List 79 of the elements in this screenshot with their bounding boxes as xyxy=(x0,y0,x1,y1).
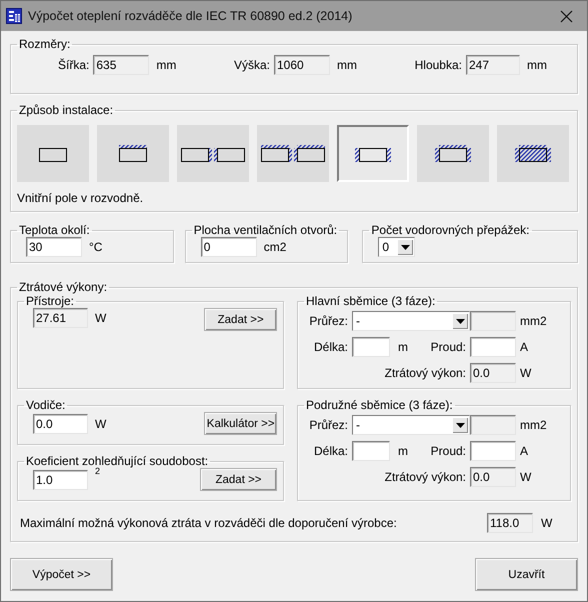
caret-icon xyxy=(456,318,464,324)
field-label: Průřez: xyxy=(308,314,348,328)
unit-label: mm xyxy=(526,58,547,72)
input-field[interactable]: 0.0 xyxy=(470,467,516,487)
input-field[interactable]: 0.0 xyxy=(33,414,88,434)
field-label: Šířka: xyxy=(58,58,90,72)
input-field[interactable]: 118.0 xyxy=(487,513,533,533)
installation-description: Vnitřní pole v rozvodně. xyxy=(17,191,144,205)
unit-label: °C xyxy=(89,240,102,254)
unit-label: mm xyxy=(336,58,357,72)
action-button[interactable]: Kalkulátor >> xyxy=(204,412,277,435)
caret-icon xyxy=(400,244,410,250)
dropdown[interactable]: 0 xyxy=(378,237,416,257)
unit-label: W xyxy=(95,416,106,430)
unit-label: mm2 xyxy=(520,314,548,328)
field-label: Ztrátový výkon: xyxy=(384,366,466,380)
caret-icon xyxy=(456,422,464,428)
unit-label: W xyxy=(95,311,106,325)
input-field[interactable]: 30 xyxy=(26,237,82,257)
input-field[interactable] xyxy=(470,415,516,435)
unit-label: 2 xyxy=(95,466,100,476)
unit-label: W xyxy=(520,366,532,380)
field-label: Hloubka: xyxy=(414,58,462,72)
group-label: Počet vodorovných přepážek: xyxy=(370,223,530,237)
dialog-button[interactable]: Výpočet >> xyxy=(10,558,113,591)
input-field[interactable] xyxy=(352,441,390,461)
dropdown[interactable]: - xyxy=(352,311,470,331)
input-field[interactable] xyxy=(470,337,516,357)
input-field[interactable] xyxy=(470,311,516,331)
input-field[interactable] xyxy=(352,337,390,357)
unit-label: W xyxy=(541,516,554,530)
unit-label: A xyxy=(520,444,530,458)
unit-label: cm2 xyxy=(264,240,286,254)
input-field[interactable]: 247 xyxy=(466,55,520,75)
dialog-button[interactable]: Uzavřít xyxy=(475,558,578,591)
unit-label: mm2 xyxy=(520,418,548,432)
input-field[interactable]: 0 xyxy=(200,237,257,257)
group-label: Ztrátové výkony: xyxy=(18,280,108,294)
group-label: Plocha ventilačních otvorů: xyxy=(192,223,338,237)
group-label: Vodiče: xyxy=(25,398,66,412)
unit-label: W xyxy=(520,470,532,484)
close-icon xyxy=(560,10,572,22)
window-title: Výpočet oteplení rozváděče dle IEC TR 60890 ed.2 (2014) xyxy=(28,9,354,23)
dropdown[interactable]: - xyxy=(352,415,470,435)
installation-option[interactable] xyxy=(177,125,249,182)
installation-option[interactable] xyxy=(337,125,409,182)
action-button[interactable]: Zadat >> xyxy=(200,468,277,491)
max-loss-label: Maximální možná výkonová ztráta v rozváděči dle doporučení výrobce: xyxy=(20,516,398,530)
field-label: Výška: xyxy=(234,58,270,72)
input-field[interactable]: 27.61 xyxy=(33,308,88,328)
input-field[interactable]: 0.0 xyxy=(470,363,516,383)
input-field[interactable] xyxy=(470,441,516,461)
group-label: Rozměry: xyxy=(18,37,72,51)
input-field[interactable]: 635 xyxy=(93,55,150,75)
group-label: Koeficient zohledňující soudobost: xyxy=(25,454,210,468)
input-field[interactable]: 1060 xyxy=(274,55,330,75)
group-label: Způsob instalace: xyxy=(18,103,114,117)
field-label: Průřez: xyxy=(308,418,348,432)
field-label: Ztrátový výkon: xyxy=(384,470,466,484)
field-label: Proud: xyxy=(430,340,466,354)
installation-option[interactable] xyxy=(97,125,169,182)
action-button[interactable]: Zadat >> xyxy=(204,308,277,331)
group-label: Podružné sběmice (3 fáze): xyxy=(305,398,454,412)
field-label: Proud: xyxy=(430,444,466,458)
group-label: Teplota okolí: xyxy=(18,223,91,237)
unit-label: m xyxy=(398,340,408,354)
app-icon xyxy=(6,8,22,24)
input-field[interactable]: 1.0 xyxy=(33,470,88,490)
unit-label: A xyxy=(520,340,530,354)
cabinet-icon xyxy=(259,144,327,163)
installation-option[interactable] xyxy=(257,125,329,182)
field-label: Délka: xyxy=(312,444,348,458)
group-label: Hlavní sběmice (3 fáze): xyxy=(305,294,436,308)
field-label: Délka: xyxy=(312,340,348,354)
unit-label: m xyxy=(398,444,408,458)
installation-option[interactable] xyxy=(417,125,489,182)
installation-option[interactable] xyxy=(497,125,569,182)
group-label: Přístroje: xyxy=(25,294,76,308)
unit-label: mm xyxy=(156,58,176,72)
